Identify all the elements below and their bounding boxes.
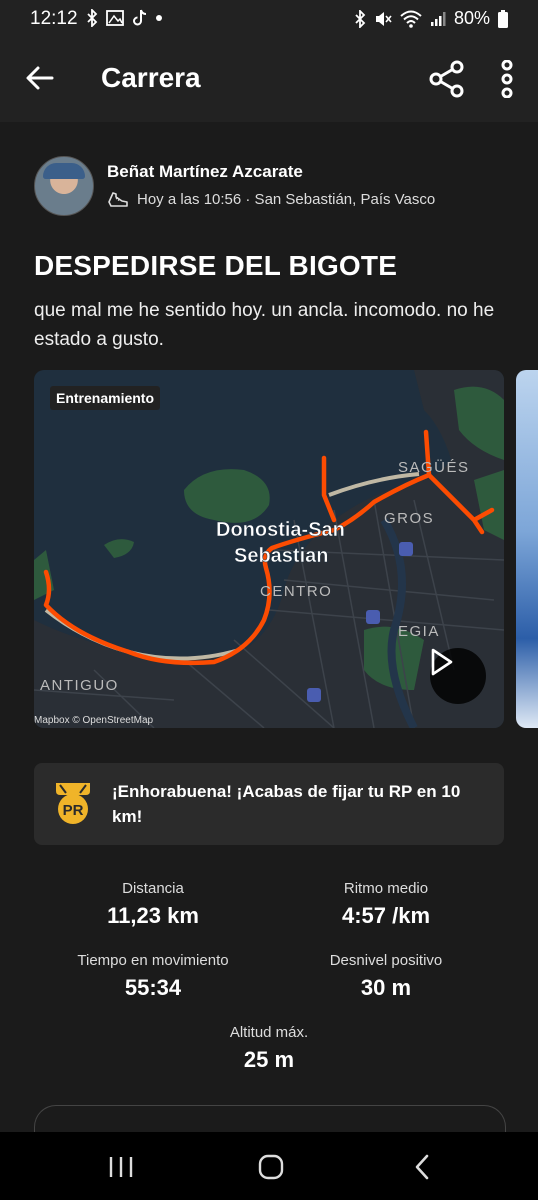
activity-content: Beñat Martínez Azcarate Hoy a las 10:56 … xyxy=(0,122,538,1166)
map-label-city1: Donostia-San xyxy=(216,519,345,541)
share-icon[interactable] xyxy=(428,60,466,98)
map-label-city2: Sebastian xyxy=(234,545,328,567)
status-bar: 12:12 80% xyxy=(0,0,538,38)
athlete-avatar[interactable] xyxy=(34,156,94,216)
wifi-icon xyxy=(400,10,422,28)
stat-value: 11,23 km xyxy=(107,903,199,928)
status-time: 12:12 xyxy=(30,8,78,29)
recent-apps-icon[interactable] xyxy=(106,1154,136,1180)
activity-meta: Hoy a las 10:56 · San Sebastián, País Va… xyxy=(107,188,435,210)
back-arrow-icon[interactable] xyxy=(24,62,56,94)
map-attribution[interactable]: Mapbox © OpenStreetMap xyxy=(34,715,153,726)
stat-label: Ritmo medio xyxy=(343,880,429,897)
back-nav-icon[interactable] xyxy=(408,1154,438,1180)
map-label-egia: EGIA xyxy=(398,623,440,640)
dot-icon xyxy=(156,15,162,21)
bluetooth-icon xyxy=(355,9,366,28)
stat-value: 30 m xyxy=(360,975,412,1000)
map-tag: Entrenamiento xyxy=(50,386,161,410)
stat-label: Desnivel positivo xyxy=(329,952,443,969)
mute-icon xyxy=(375,11,392,26)
activity-time-location: Hoy a las 10:56 · San Sebastián, País Va… xyxy=(137,190,436,208)
svg-text:PR: PR xyxy=(63,802,84,819)
route-map[interactable]: Donostia-San Sebastian SAGÜÉS GROS CENTR… xyxy=(34,370,504,728)
page-title: Carrera xyxy=(101,62,201,93)
signal-icon xyxy=(430,11,446,26)
map-label-antiguo: ANTIGUO xyxy=(40,677,119,694)
stat-pace: Ritmo medio 4:57 /km xyxy=(266,880,506,929)
next-photo-preview[interactable] xyxy=(516,370,538,728)
play-icon xyxy=(431,648,453,676)
play-flyover-button[interactable] xyxy=(430,648,486,704)
shoe-icon xyxy=(108,192,128,207)
stat-max-altitude: Altitud máx. 25 m xyxy=(149,1024,389,1073)
battery-icon xyxy=(498,9,508,28)
system-nav-bar xyxy=(0,1132,538,1200)
more-options-icon[interactable] xyxy=(496,60,518,98)
tiktok-icon xyxy=(133,9,147,26)
app-bar: Carrera xyxy=(0,38,538,122)
athlete-name[interactable]: Beñat Martínez Azcarate xyxy=(107,162,303,182)
activity-title: DESPEDIRSE DEL BIGOTE xyxy=(34,250,398,281)
bluetooth-icon xyxy=(87,9,98,27)
stat-label: Tiempo en movimiento xyxy=(77,952,229,969)
stat-label: Distancia xyxy=(122,880,184,897)
home-icon[interactable] xyxy=(256,1154,286,1180)
stat-label: Altitud máx. xyxy=(229,1024,309,1041)
gallery-icon xyxy=(106,10,124,26)
stat-value: 55:34 xyxy=(124,975,182,1000)
map-label-centro: CENTRO xyxy=(260,583,332,600)
stat-value: 25 m xyxy=(243,1047,295,1072)
pr-badge-icon: PR xyxy=(56,783,90,824)
activity-description: que mal me he sentido hoy. un ancla. inc… xyxy=(34,300,495,350)
stat-distance: Distancia 11,23 km xyxy=(33,880,273,929)
stat-elevation: Desnivel positivo 30 m xyxy=(266,952,506,1001)
stat-moving-time: Tiempo en movimiento 55:34 xyxy=(33,952,273,1001)
battery-percent: 80% xyxy=(453,8,490,28)
pr-message: ¡Enhorabuena! ¡Acabas de fijar tu RP en … xyxy=(112,782,461,826)
map-label-sagues: SAGÜÉS xyxy=(398,458,470,476)
pr-achievement-card[interactable]: PR ¡Enhorabuena! ¡Acabas de fijar tu RP … xyxy=(34,763,504,845)
map-label-gros: GROS xyxy=(384,510,434,527)
stat-value: 4:57 /km xyxy=(341,903,431,928)
